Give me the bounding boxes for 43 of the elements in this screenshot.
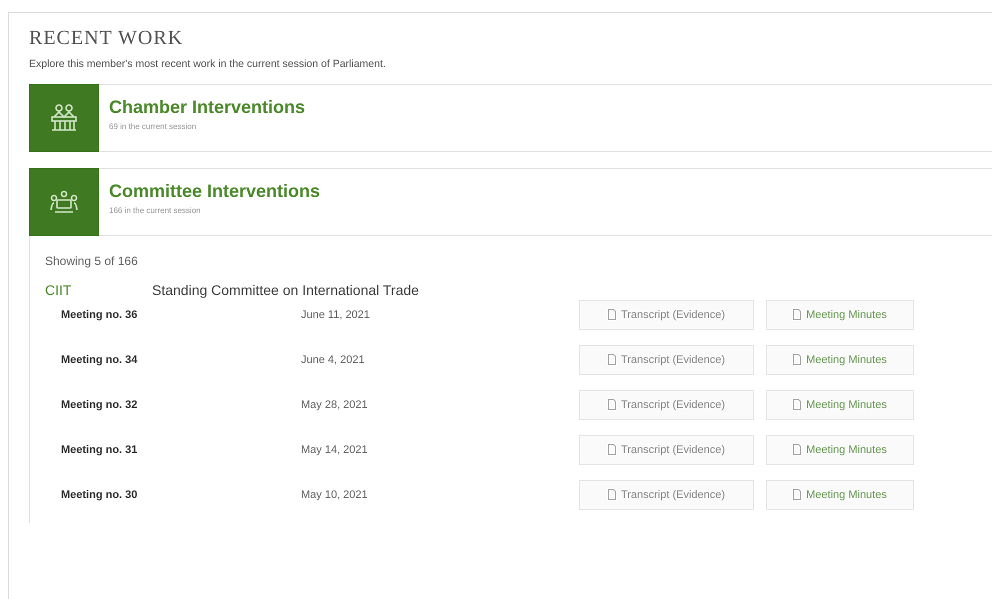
- document-link-button[interactable]: Transcript (Evidence): [579, 390, 754, 420]
- meeting-number: Meeting no. 34: [60, 354, 138, 366]
- document-icon: [793, 354, 802, 365]
- meeting-number: Meeting no. 36: [60, 308, 138, 320]
- document-icon: [793, 489, 802, 500]
- document-link-button[interactable]: Meeting Minutes: [766, 390, 914, 420]
- document-icon: [608, 354, 616, 365]
- document-icon: [608, 444, 616, 455]
- result-count: Showing 5 of 166: [45, 254, 139, 268]
- document-link-button[interactable]: Transcript (Evidence): [579, 480, 754, 510]
- document-icon: [793, 444, 802, 455]
- document-link-button[interactable]: Meeting Minutes: [766, 344, 914, 374]
- document-link-button[interactable]: Transcript (Evidence): [579, 300, 754, 330]
- section-title: Chamber Interventions: [109, 97, 306, 118]
- meeting-date: May 10, 2021: [301, 488, 369, 500]
- document-link-button[interactable]: Meeting Minutes: [766, 434, 914, 464]
- meeting-table-icon: [49, 190, 79, 214]
- committee-code: CIIT: [45, 282, 72, 298]
- document-link-button[interactable]: Transcript (Evidence): [579, 434, 754, 464]
- section-heading: RECENT WORK: [29, 27, 184, 50]
- meeting-number: Meeting no. 31: [60, 444, 138, 456]
- meeting-date: June 4, 2021: [301, 354, 366, 366]
- document-link-button[interactable]: Meeting Minutes: [766, 300, 914, 330]
- document-icon: [608, 489, 616, 500]
- meeting-date: May 14, 2021: [301, 444, 369, 456]
- section-count: 69 in the current session: [109, 122, 198, 131]
- section-panel[interactable]: Committee Interventions 166 in the current session: [29, 168, 992, 236]
- chamber-icon: [50, 103, 78, 133]
- meeting-number: Meeting no. 30: [60, 488, 138, 500]
- section-count: 166 in the current session: [109, 206, 202, 215]
- document-icon: [793, 309, 802, 320]
- section-panel[interactable]: Chamber Interventions 69 in the current session: [29, 84, 992, 152]
- section-title: Committee Interventions: [109, 181, 320, 202]
- document-icon: [608, 309, 616, 320]
- document-link-button[interactable]: Transcript (Evidence): [579, 344, 754, 374]
- document-icon: [793, 399, 802, 410]
- meeting-number: Meeting no. 32: [60, 398, 138, 410]
- document-link-button[interactable]: Meeting Minutes: [766, 480, 914, 510]
- document-icon: [608, 399, 616, 410]
- meeting-date: June 11, 2021: [301, 308, 371, 320]
- meeting-date: May 28, 2021: [301, 398, 369, 410]
- intro-text: Explore this member's most recent work in the current session of Parliament.: [29, 58, 387, 70]
- committee-name: Standing Committee on International Trade: [152, 282, 419, 298]
